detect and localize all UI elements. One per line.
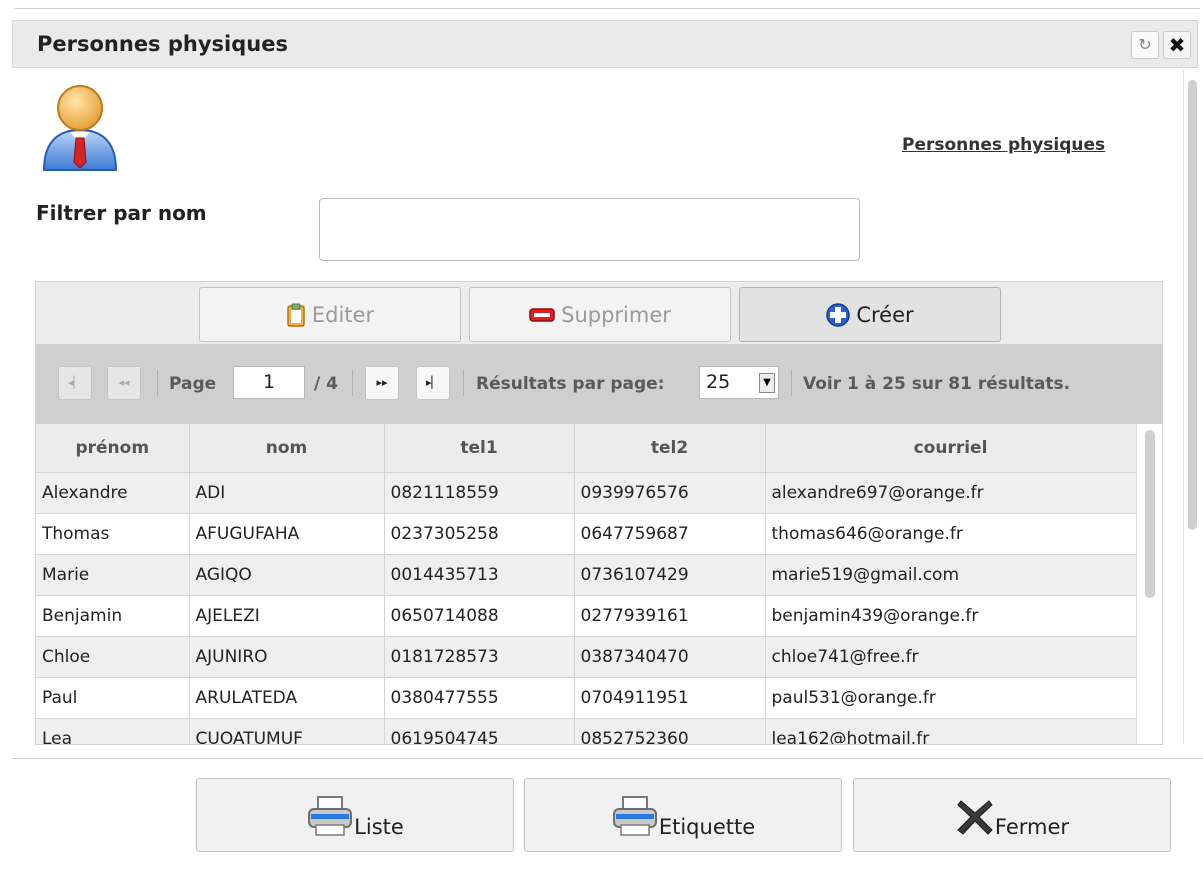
cell-courriel: thomas646@orange.fr [765, 513, 1137, 555]
table-row[interactable]: Paul ARULATEDA 0380477555 0704911951 pau… [36, 677, 1137, 719]
table-row[interactable]: Chloe AJUNIRO 0181728573 0387340470 chlo… [36, 636, 1137, 678]
cell-tel1: 0380477555 [384, 677, 575, 719]
minus-icon [529, 307, 555, 322]
per-page-value: 25 [706, 371, 731, 393]
cell-tel2: 0704911951 [574, 677, 766, 719]
cell-tel1: 0650714088 [384, 595, 575, 637]
filter-name-input[interactable] [319, 198, 860, 261]
cell-courriel: lea162@hotmail.fr [765, 718, 1137, 744]
close-icon[interactable]: ✖ [1163, 31, 1191, 59]
cell-nom: CUOATUMUF [189, 718, 385, 744]
per-page-select[interactable]: 25 ▼ [699, 366, 779, 399]
last-page-button[interactable]: ▸▏ [416, 366, 450, 400]
page-number-input[interactable]: 1 [233, 366, 305, 399]
table-row[interactable]: Alexandre ADI 0821118559 0939976576 alex… [36, 472, 1137, 514]
window-title: Personnes physiques [37, 32, 288, 56]
cell-nom: AGIQO [189, 554, 385, 596]
cell-tel2: 0387340470 [574, 636, 766, 678]
clipboard-icon [287, 303, 305, 327]
plus-icon [826, 302, 851, 327]
close-button[interactable]: Fermer [853, 778, 1171, 852]
delete-button-label: Supprimer [561, 302, 671, 327]
table-row[interactable]: Thomas AFUGUFAHA 0237305258 0647759687 t… [36, 513, 1137, 555]
cell-tel1: 0237305258 [384, 513, 575, 555]
persons-table: prénom nom tel1 tel2 courriel Alexandre … [36, 424, 1137, 744]
filter-label: Filtrer par nom [36, 201, 207, 225]
first-page-button[interactable]: ◂▏ [58, 366, 92, 400]
total-pages: / 4 [314, 374, 338, 394]
next-page-button[interactable]: ▸▸ [365, 366, 399, 400]
cell-nom: AJELEZI [189, 595, 385, 637]
column-header-prenom[interactable]: prénom [36, 424, 190, 473]
cell-nom: AFUGUFAHA [189, 513, 385, 555]
cell-prenom: Alexandre [36, 472, 190, 514]
action-toolbar: Editer Supprimer Créer [36, 282, 1162, 344]
printer-icon [308, 796, 353, 836]
cell-courriel: alexandre697@orange.fr [765, 472, 1137, 514]
column-header-tel2[interactable]: tel2 [574, 424, 766, 473]
chevron-down-icon: ▼ [759, 373, 775, 393]
table-row[interactable]: Lea CUOATUMUF 0619504745 0852752360 lea1… [36, 718, 1137, 744]
cell-courriel: paul531@orange.fr [765, 677, 1137, 719]
cell-tel2: 0736107429 [574, 554, 766, 596]
cell-tel1: 0014435713 [384, 554, 575, 596]
table-row[interactable]: Benjamin AJELEZI 0650714088 0277939161 b… [36, 595, 1137, 637]
personnes-physiques-link[interactable]: Personnes physiques [902, 135, 1105, 155]
table-scrollbar-thumb[interactable] [1145, 430, 1155, 598]
cell-courriel: marie519@gmail.com [765, 554, 1137, 596]
list-print-button[interactable]: Liste [196, 778, 514, 852]
close-x-icon [957, 800, 993, 835]
cell-prenom: Paul [36, 677, 190, 719]
cell-courriel: benjamin439@orange.fr [765, 595, 1137, 637]
cell-tel1: 0821118559 [384, 472, 575, 514]
per-page-label: Résultats par page: [476, 374, 665, 394]
cell-tel2: 0852752360 [574, 718, 766, 744]
column-header-courriel[interactable]: courriel [765, 424, 1137, 473]
table-row[interactable]: Marie AGIQO 0014435713 0736107429 marie5… [36, 554, 1137, 596]
cell-nom: ADI [189, 472, 385, 514]
table-header-row: prénom nom tel1 tel2 courriel [36, 424, 1137, 473]
window-scrollbar[interactable] [1182, 70, 1200, 744]
edit-button[interactable]: Editer [199, 287, 461, 342]
printer-icon [612, 796, 657, 836]
cell-courriel: chloe741@free.fr [765, 636, 1137, 678]
footer-divider [12, 758, 1203, 759]
table-scrollbar[interactable] [1136, 424, 1162, 744]
top-divider [14, 8, 1200, 9]
cell-tel2: 0277939161 [574, 595, 766, 637]
label-button-label: Etiquette [658, 815, 756, 839]
results-grid: Editer Supprimer Créer ◂▏ ◂◂ Page 1 / 4 … [35, 281, 1163, 745]
cell-tel2: 0647759687 [574, 513, 766, 555]
create-button-label: Créer [856, 302, 914, 327]
cell-prenom: Marie [36, 554, 190, 596]
page-label: Page [169, 374, 217, 394]
edit-button-label: Editer [311, 302, 375, 327]
cell-nom: AJUNIRO [189, 636, 385, 678]
prev-page-button[interactable]: ◂◂ [107, 366, 141, 400]
cell-nom: ARULATEDA [189, 677, 385, 719]
cell-prenom: Benjamin [36, 595, 190, 637]
window-scrollbar-thumb[interactable] [1188, 80, 1197, 530]
cell-prenom: Thomas [36, 513, 190, 555]
cell-prenom: Lea [36, 718, 190, 744]
person-avatar-icon [42, 85, 118, 171]
refresh-icon[interactable]: ↻ [1131, 31, 1159, 59]
create-button[interactable]: Créer [739, 287, 1001, 342]
close-button-label: Fermer [994, 815, 1070, 839]
delete-button[interactable]: Supprimer [469, 287, 731, 342]
label-print-button[interactable]: Etiquette [524, 778, 842, 852]
cell-prenom: Chloe [36, 636, 190, 678]
window-titlebar: Personnes physiques ↻ ✖ [12, 20, 1198, 68]
results-summary: Voir 1 à 25 sur 81 résultats. [803, 374, 1071, 394]
list-button-label: Liste [354, 815, 404, 839]
cell-tel1: 0619504745 [384, 718, 575, 744]
column-header-tel1[interactable]: tel1 [384, 424, 575, 473]
pagination-bar: ◂▏ ◂◂ Page 1 / 4 ▸▸ ▸▏ Résultats par pag… [36, 344, 1162, 424]
cell-tel1: 0181728573 [384, 636, 575, 678]
cell-tel2: 0939976576 [574, 472, 766, 514]
column-header-nom[interactable]: nom [189, 424, 385, 473]
